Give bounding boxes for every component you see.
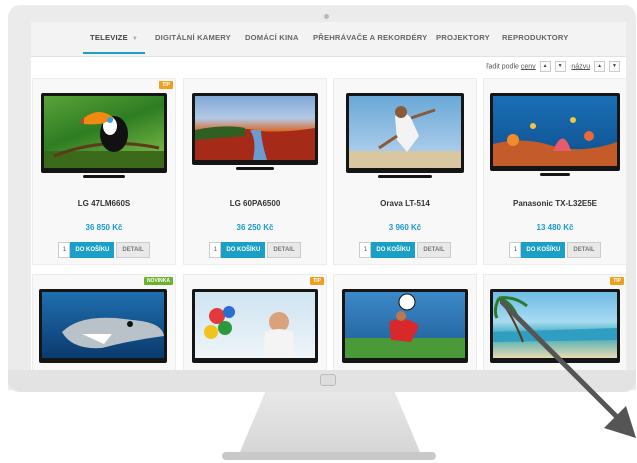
sort-label: řadit podle <box>486 63 519 71</box>
tv-stand <box>83 175 125 178</box>
product-card[interactable]: LG 60PA6500 36 250 Kč 1 DO KOŠÍKU DETAIL <box>183 78 327 265</box>
product-name[interactable]: Panasonic TX-L32E5E <box>484 199 626 208</box>
tv-stand <box>540 173 570 176</box>
add-to-cart-button[interactable]: DO KOŠÍKU <box>521 242 566 258</box>
detail-button[interactable]: DETAIL <box>267 242 301 258</box>
product-price: 36 850 Kč <box>85 223 123 232</box>
tip-badge: TIP <box>610 277 624 285</box>
product-card[interactable]: NOVINKA <box>32 274 176 370</box>
quantity-input[interactable]: 1 <box>58 242 71 258</box>
product-name[interactable]: LG 60PA6500 <box>184 199 326 208</box>
detail-button[interactable]: DETAIL <box>417 242 451 258</box>
tab-domaci-kina[interactable]: DOMÁCÍ KINA <box>245 33 299 42</box>
tab-prehravace-a-rekordery[interactable]: PŘEHRÁVAČE A REKORDÉRY <box>313 33 427 42</box>
quantity-input[interactable]: 1 <box>209 242 222 258</box>
tv-stand <box>378 175 432 178</box>
add-to-cart-button[interactable]: DO KOŠÍKU <box>70 242 115 258</box>
tip-badge: TIP <box>310 277 324 285</box>
category-nav: TELEVIZE ▼ DIGITÁLNÍ KAMERY DOMÁCÍ KINA P… <box>31 22 626 57</box>
power-button-icon <box>320 374 336 386</box>
sort-price-desc-button[interactable]: ▼ <box>554 61 566 72</box>
product-name[interactable]: Orava LT-514 <box>334 199 476 208</box>
quantity-input[interactable]: 1 <box>359 242 372 258</box>
product-image[interactable] <box>490 93 620 171</box>
product-price: 36 250 Kč <box>236 223 274 232</box>
tab-televize[interactable]: TELEVIZE ▼ <box>90 33 138 42</box>
sort-price-asc-button[interactable]: ▲ <box>539 61 551 72</box>
tab-reproduktory[interactable]: REPRODUKTORY <box>502 33 569 42</box>
sort-by-name-link[interactable]: názvu <box>571 63 590 70</box>
tab-digitalni-kamery[interactable]: DIGITÁLNÍ KAMERY <box>155 33 231 42</box>
monitor-stand-base <box>222 452 436 460</box>
product-name[interactable]: LG 47LM660S <box>33 199 175 208</box>
product-card[interactable]: Panasonic TX-L32E5E 13 480 Kč 1 DO KOŠÍKU… <box>483 78 626 265</box>
buy-row: 1 DO KOŠÍKU DETAIL <box>33 242 175 258</box>
sort-name-asc-button[interactable]: ▲ <box>594 61 606 72</box>
sort-by-price-link[interactable]: ceny <box>521 63 536 70</box>
product-image[interactable] <box>192 93 318 165</box>
buy-row: 1 DO KOŠÍKU DETAIL <box>484 242 626 258</box>
product-card[interactable]: TIP LG 47LM660S 36 850 Kč 1 DO KOŠÍKU DETA… <box>32 78 176 265</box>
chevron-down-icon[interactable]: ▼ <box>132 36 138 42</box>
product-image[interactable] <box>39 289 167 363</box>
detail-button[interactable]: DETAIL <box>567 242 601 258</box>
monitor-stand <box>240 392 420 452</box>
product-image[interactable] <box>41 93 167 173</box>
product-image[interactable] <box>346 93 464 173</box>
add-to-cart-button[interactable]: DO KOŠÍKU <box>221 242 266 258</box>
buy-row: 1 DO KOŠÍKU DETAIL <box>184 242 326 258</box>
detail-button[interactable]: DETAIL <box>116 242 150 258</box>
webcam-icon <box>324 14 329 19</box>
new-badge: NOVINKA <box>143 277 173 285</box>
sort-bar: řadit podle ceny ▲ ▼ názvu ▲ ▼ <box>486 61 620 72</box>
tab-projektory[interactable]: PROJEKTORY <box>436 33 490 42</box>
arrow-cursor-icon <box>500 300 636 438</box>
product-price: 3 960 Kč <box>388 223 422 232</box>
add-to-cart-button[interactable]: DO KOŠÍKU <box>371 242 416 258</box>
quantity-input[interactable]: 1 <box>509 242 522 258</box>
buy-row: 1 DO KOŠÍKU DETAIL <box>334 242 476 258</box>
product-image[interactable] <box>342 289 468 363</box>
product-price: 13 480 Kč <box>536 223 574 232</box>
tv-stand <box>236 167 274 170</box>
product-card[interactable] <box>333 274 477 370</box>
product-image[interactable] <box>192 289 318 363</box>
tip-badge: TIP <box>159 81 173 89</box>
product-card[interactable]: TIP <box>183 274 327 370</box>
product-card[interactable]: Orava LT-514 3 960 Kč 1 DO KOŠÍKU DETAIL <box>333 78 477 265</box>
active-tab-indicator <box>83 52 145 54</box>
sort-name-desc-button[interactable]: ▼ <box>609 61 620 72</box>
